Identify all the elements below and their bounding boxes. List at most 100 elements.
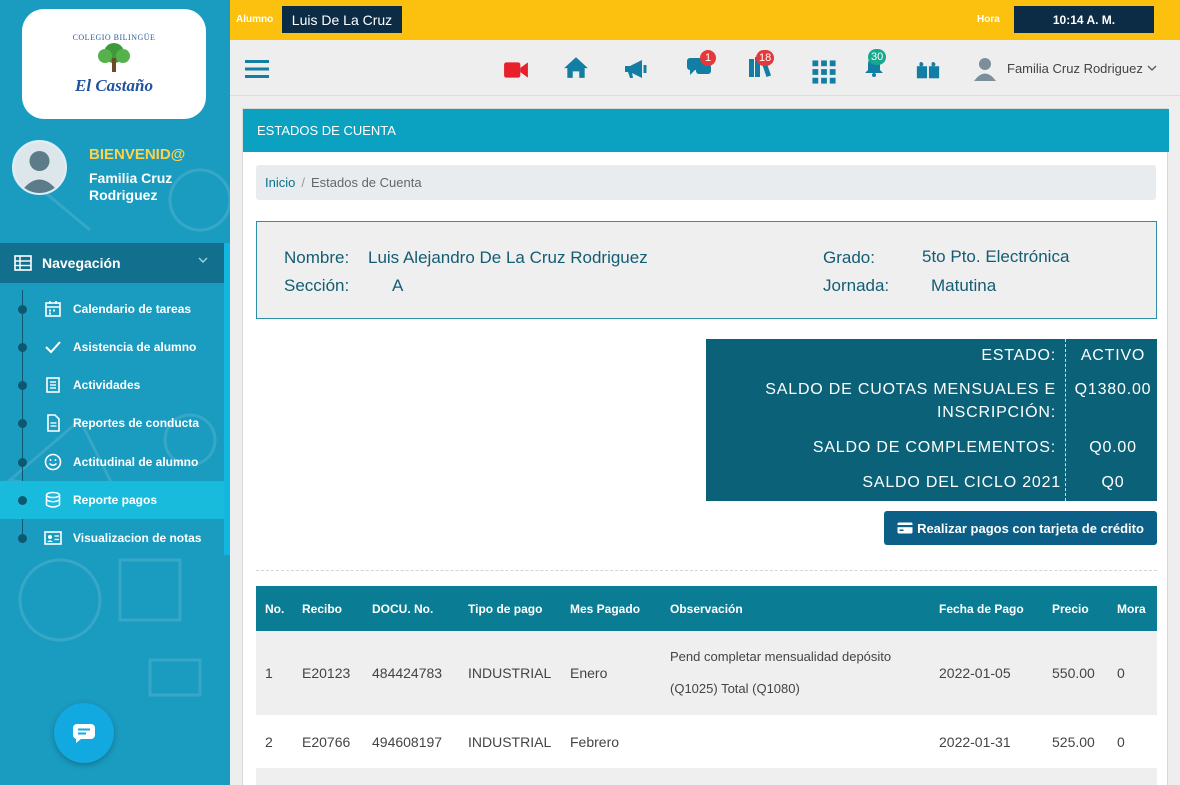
cell-no: 2 xyxy=(256,715,293,768)
observacion-line2: (Q1025) Total (Q1080) xyxy=(670,681,800,696)
account-status-panel: ESTADO: ACTIVO SALDO DE CUOTAS MENSUALES… xyxy=(706,339,1157,501)
sidebar-item-conducta[interactable]: Reportes de conducta xyxy=(0,404,224,442)
user-menu[interactable]: Familia Cruz Rodriguez xyxy=(972,53,1157,83)
col-tipo[interactable]: Tipo de pago xyxy=(459,586,561,631)
grade-value: 5to Pto. Electrónica xyxy=(922,247,1070,266)
sidebar-item-label: Actividades xyxy=(73,378,141,392)
student-info-box: Nombre: Luis Alejandro De La Cruz Rodrig… xyxy=(256,221,1157,319)
video-camera-icon[interactable] xyxy=(503,57,529,83)
observacion-line1: Pend completar mensualidad depósito xyxy=(670,649,892,664)
top-info-bar: Alumno Luis De La Cruz Hora 10:14 A. M. xyxy=(230,0,1180,40)
table-row-partial xyxy=(256,768,1157,785)
cell-mora: 0 xyxy=(1108,631,1157,715)
col-observacion[interactable]: Observación xyxy=(661,586,930,631)
cuotas-value: Q1380.00 xyxy=(1074,381,1152,398)
avatar[interactable] xyxy=(12,140,67,195)
status-divider xyxy=(1065,339,1066,501)
complementos-label: SALDO DE COMPLEMENTOS: xyxy=(812,439,1056,456)
breadcrumb: Inicio / Estados de Cuenta xyxy=(256,165,1156,200)
hamburger-menu-icon[interactable] xyxy=(244,56,270,82)
cell-docu: 494608197 xyxy=(363,715,459,768)
sidebar-item-label: Reporte pagos xyxy=(73,493,158,507)
col-precio[interactable]: Precio xyxy=(1043,586,1108,631)
pay-with-card-button[interactable]: Realizar pagos con tarjeta de crédito xyxy=(884,511,1157,545)
nav-dot xyxy=(18,343,27,352)
library-button[interactable]: 18 xyxy=(747,50,777,82)
pay-button-label: Realizar pagos con tarjeta de crédito xyxy=(917,520,1144,536)
student-name-badge: Luis De La Cruz xyxy=(282,6,402,33)
tree-logo-icon xyxy=(98,42,130,72)
sidebar-item-actividades[interactable]: Actividades xyxy=(0,366,224,404)
credit-card-icon xyxy=(897,522,913,534)
messages-button[interactable]: 1 xyxy=(686,50,716,82)
chevron-down-icon xyxy=(1147,65,1157,71)
student-label: Alumno xyxy=(236,14,274,25)
database-icon xyxy=(45,491,61,508)
sidebar-item-label: Actitudinal de alumno xyxy=(73,455,199,469)
notifications-badge: 30 xyxy=(868,49,887,65)
cell-no: 1 xyxy=(256,631,293,715)
account-statement-card: ESTADOS DE CUENTA Inicio / Estados de Cu… xyxy=(242,108,1169,785)
estado-value: ACTIVO xyxy=(1080,347,1146,364)
nav-dot xyxy=(18,381,27,390)
gifts-icon[interactable] xyxy=(915,56,941,82)
apps-grid-icon[interactable] xyxy=(811,59,837,85)
library-badge: 18 xyxy=(756,50,775,66)
user-avatar-icon xyxy=(14,142,65,193)
col-docu[interactable]: DOCU. No. xyxy=(363,586,459,631)
user-profile: BIENVENID@ Familia Cruz Rodriguez xyxy=(12,140,222,220)
notifications-button[interactable]: 30 xyxy=(864,49,894,81)
time-label: Hora xyxy=(977,14,1000,25)
col-fecha[interactable]: Fecha de Pago xyxy=(930,586,1043,631)
col-no[interactable]: No. xyxy=(256,586,293,631)
table-row: 2 E20766 494608197 INDUSTRIAL Febrero 20… xyxy=(256,715,1157,768)
cuotas-label-line2: INSCRIPCIÓN: xyxy=(937,404,1056,421)
nav-dot xyxy=(18,305,27,314)
id-card-icon xyxy=(44,531,62,545)
sidebar-item-actitudinal[interactable]: Actitudinal de alumno xyxy=(0,443,224,481)
ciclo-label: SALDO DEL CICLO 2021 xyxy=(862,474,1061,491)
nav-dot xyxy=(18,419,27,428)
sidebar-item-notas[interactable]: Visualizacion de notas xyxy=(0,519,224,557)
calendar-icon xyxy=(45,301,61,317)
sidebar-item-calendario[interactable]: Calendario de tareas xyxy=(0,290,224,328)
chat-button[interactable] xyxy=(54,703,114,763)
document-icon xyxy=(47,414,60,432)
school-logo[interactable]: COLEGIO BILINGÜE El Castaño xyxy=(22,9,206,119)
nav-dot xyxy=(18,458,27,467)
col-mora[interactable]: Mora xyxy=(1108,586,1157,631)
sidebar-item-label: Calendario de tareas xyxy=(73,302,192,316)
cell-tipo: INDUSTRIAL xyxy=(459,715,561,768)
sidebar-item-reporte-pagos[interactable]: Reporte pagos xyxy=(0,481,224,519)
navigation-header[interactable]: Navegación xyxy=(0,243,224,283)
user-menu-name: Familia Cruz Rodriguez xyxy=(1007,60,1143,76)
cell-observacion xyxy=(661,715,930,768)
megaphone-icon[interactable] xyxy=(623,56,649,82)
cell-precio: 525.00 xyxy=(1043,715,1108,768)
cell-mora: 0 xyxy=(1108,715,1157,768)
cell-precio: 550.00 xyxy=(1043,631,1108,715)
section-value: A xyxy=(392,276,404,295)
home-icon[interactable] xyxy=(563,54,589,80)
sidebar-item-asistencia[interactable]: Asistencia de alumno xyxy=(0,328,224,366)
table-row: 1 E20123 484424783 INDUSTRIAL Enero Pend… xyxy=(256,631,1157,715)
sidebar-item-label: Asistencia de alumno xyxy=(73,340,197,354)
col-mes[interactable]: Mes Pagado xyxy=(561,586,661,631)
table-icon xyxy=(14,255,32,271)
student-name-value: Luis Alejandro De La Cruz Rodriguez xyxy=(368,248,648,267)
sidebar-item-label: Visualizacion de notas xyxy=(73,531,202,545)
nav-dot xyxy=(18,534,27,543)
page-title: ESTADOS DE CUENTA xyxy=(243,109,1169,152)
section-label: Sección: xyxy=(284,276,350,295)
complementos-value: Q0.00 xyxy=(1089,439,1137,456)
estado-label: ESTADO: xyxy=(981,347,1056,364)
sidebar-user-name: Familia Cruz Rodriguez xyxy=(89,170,173,203)
messages-badge: 1 xyxy=(700,50,716,66)
user-icon xyxy=(974,58,996,81)
toolbar: 1 18 30 Familia Cruz Rodriguez xyxy=(230,40,1180,96)
col-recibo[interactable]: Recibo xyxy=(293,586,363,631)
cell-empty xyxy=(256,768,1157,785)
breadcrumb-home-link[interactable]: Inicio xyxy=(265,175,295,190)
breadcrumb-current: Estados de Cuenta xyxy=(310,175,422,190)
shift-label: Jornada: xyxy=(823,276,890,295)
